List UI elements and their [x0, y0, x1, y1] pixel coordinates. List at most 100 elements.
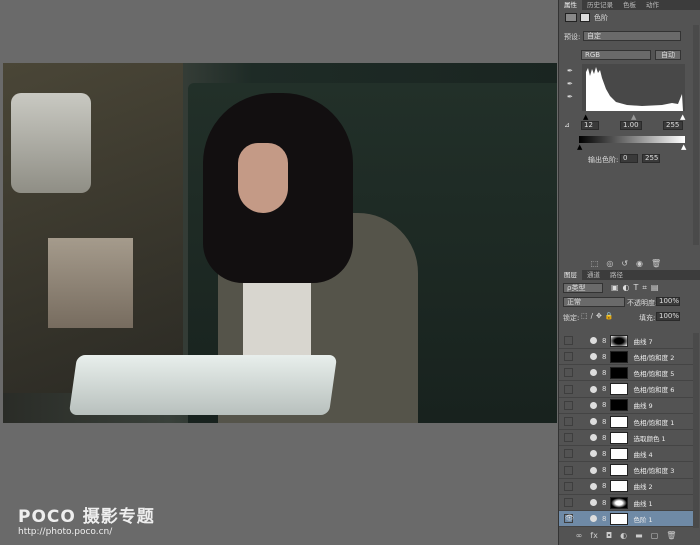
chain-link-icon[interactable]: 8	[602, 385, 606, 393]
new-adjustment-icon[interactable]: ◐	[620, 531, 627, 540]
layer-mask-thumbnail[interactable]	[610, 431, 629, 444]
preset-select[interactable]: 自定	[583, 31, 681, 41]
chain-link-icon[interactable]: 8	[602, 434, 606, 442]
gray-eyedropper-icon[interactable]: ✒	[567, 80, 573, 88]
layer-mask-thumbnail[interactable]	[610, 512, 629, 525]
layer-mask-thumbnail[interactable]	[610, 496, 629, 509]
chain-link-icon[interactable]: 8	[602, 450, 606, 458]
tab-layers[interactable]: 图层	[559, 270, 582, 280]
chain-link-icon[interactable]: 8	[602, 418, 606, 426]
tab-paths[interactable]: 路径	[605, 270, 628, 280]
new-group-icon[interactable]: ▬	[635, 531, 643, 540]
white-input-slider[interactable]: ▲	[680, 113, 685, 121]
chain-link-icon[interactable]: 8	[602, 401, 606, 409]
visibility-toggle[interactable]	[564, 433, 573, 443]
white-eyedropper-icon[interactable]: ✒	[567, 93, 573, 101]
black-output-slider[interactable]: ▲	[577, 143, 582, 151]
lock-icons[interactable]: ⬚/✥🔒	[581, 312, 617, 320]
add-mask-icon[interactable]: ◘	[606, 531, 612, 540]
layer-mask-thumbnail[interactable]	[610, 334, 629, 347]
visibility-toggle[interactable]	[564, 417, 573, 426]
layer-row[interactable]: 👁 8 色阶 1	[559, 511, 693, 528]
channel-select[interactable]: RGB	[581, 50, 651, 60]
trash-icon[interactable]: 🗑	[651, 259, 661, 268]
chain-link-icon[interactable]: 8	[602, 466, 606, 474]
visibility-toggle[interactable]	[564, 336, 573, 345]
clip-warning-icon[interactable]: ⊿	[564, 121, 570, 129]
layer-mask-thumbnail[interactable]	[610, 383, 629, 396]
layer-row[interactable]: 8 曲线 9	[559, 398, 693, 414]
layer-mask-thumbnail[interactable]	[610, 399, 629, 412]
visibility-toggle[interactable]	[564, 368, 573, 378]
visibility-toggle[interactable]	[564, 498, 573, 507]
clip-to-layer-icon[interactable]: ⬚	[591, 259, 599, 268]
reset-icon[interactable]: ↺	[621, 259, 628, 268]
chain-link-icon[interactable]: 8	[602, 353, 606, 361]
layer-filter-select[interactable]: ρ类型	[563, 283, 603, 293]
view-previous-icon[interactable]: ◎	[606, 259, 613, 268]
blend-mode-select[interactable]: 正常	[563, 297, 625, 307]
chain-link-icon[interactable]: 8	[602, 515, 606, 523]
white-output-slider[interactable]: ▲	[681, 143, 686, 151]
input-black-field[interactable]: 12	[581, 121, 599, 130]
layers-scrollbar[interactable]	[693, 333, 699, 528]
filter-icons[interactable]: ▣◐T⌗▤	[611, 283, 663, 293]
visibility-toggle[interactable]	[564, 384, 573, 394]
adjustment-layer-icon	[590, 450, 597, 458]
layer-row[interactable]: 8 曲线 1	[559, 495, 693, 511]
layer-mask-thumbnail[interactable]	[610, 480, 629, 493]
girl-face	[238, 143, 288, 213]
layer-row[interactable]: 8 曲线 2	[559, 479, 693, 495]
chain-link-icon[interactable]: 8	[602, 482, 606, 490]
visibility-toggle[interactable]	[564, 449, 573, 459]
layer-row[interactable]: 8 色相/饱和度 3	[559, 463, 693, 479]
output-black-field[interactable]: 0	[620, 154, 638, 163]
visibility-toggle[interactable]	[564, 400, 573, 410]
layer-mask-thumbnail[interactable]	[610, 366, 629, 379]
layer-row[interactable]: 8 色相/饱和度 2	[559, 349, 693, 366]
layer-row[interactable]: 8 选取颜色 1	[559, 430, 693, 447]
layer-mask-thumbnail[interactable]	[610, 415, 629, 428]
opacity-field[interactable]: 100%	[656, 297, 680, 306]
input-white-field[interactable]: 255	[663, 121, 683, 130]
visibility-toggle[interactable]	[564, 352, 573, 362]
input-gamma-field[interactable]: 1.00	[620, 121, 642, 130]
layer-row[interactable]: 8 色相/饱和度 5	[559, 365, 693, 382]
tab-swatches[interactable]: 色板	[618, 0, 641, 10]
adjustment-layer-icon	[590, 369, 597, 377]
eye-icon[interactable]: 👁	[564, 514, 574, 524]
link-layers-icon[interactable]: ∞	[576, 531, 583, 540]
layer-mask-thumbnail[interactable]	[610, 447, 629, 460]
visibility-icon[interactable]: ◉	[636, 259, 643, 268]
chain-link-icon[interactable]: 8	[602, 369, 606, 377]
black-input-slider[interactable]: ▲	[583, 113, 588, 121]
tab-actions[interactable]: 动作	[641, 0, 664, 10]
visibility-toggle[interactable]	[564, 481, 573, 491]
delete-layer-icon[interactable]: 🗑	[666, 531, 676, 540]
properties-scrollbar[interactable]	[693, 25, 699, 245]
chain-link-icon[interactable]: 8	[602, 499, 606, 507]
mask-icon[interactable]	[580, 13, 590, 22]
visibility-toggle[interactable]	[564, 465, 573, 475]
layer-name: 曲线 1	[633, 499, 653, 508]
tab-channels[interactable]: 通道	[582, 270, 605, 280]
opacity-label: 不透明度:	[627, 299, 658, 307]
layer-mask-thumbnail[interactable]	[610, 464, 629, 477]
adjustment-title: 色阶	[594, 14, 608, 22]
layer-row[interactable]: 8 色相/饱和度 1	[559, 414, 693, 430]
tab-properties[interactable]: 属性	[559, 0, 582, 10]
output-white-field[interactable]: 255	[642, 154, 660, 163]
layer-row[interactable]: 8 曲线 7	[559, 333, 693, 349]
adjustment-layer-icon	[590, 353, 597, 361]
gamma-input-slider[interactable]: ▲	[631, 113, 636, 121]
fill-field[interactable]: 100%	[656, 312, 680, 321]
chain-link-icon[interactable]: 8	[602, 337, 606, 345]
fx-icon[interactable]: fx	[590, 531, 598, 540]
layer-row[interactable]: 8 曲线 4	[559, 446, 693, 463]
auto-button[interactable]: 自动	[655, 50, 681, 60]
layer-row[interactable]: 8 色相/饱和度 6	[559, 382, 693, 398]
layer-mask-thumbnail[interactable]	[610, 350, 629, 363]
black-eyedropper-icon[interactable]: ✒	[567, 67, 573, 75]
new-layer-icon[interactable]: ▢	[651, 531, 659, 540]
tab-history[interactable]: 历史记录	[582, 0, 618, 10]
